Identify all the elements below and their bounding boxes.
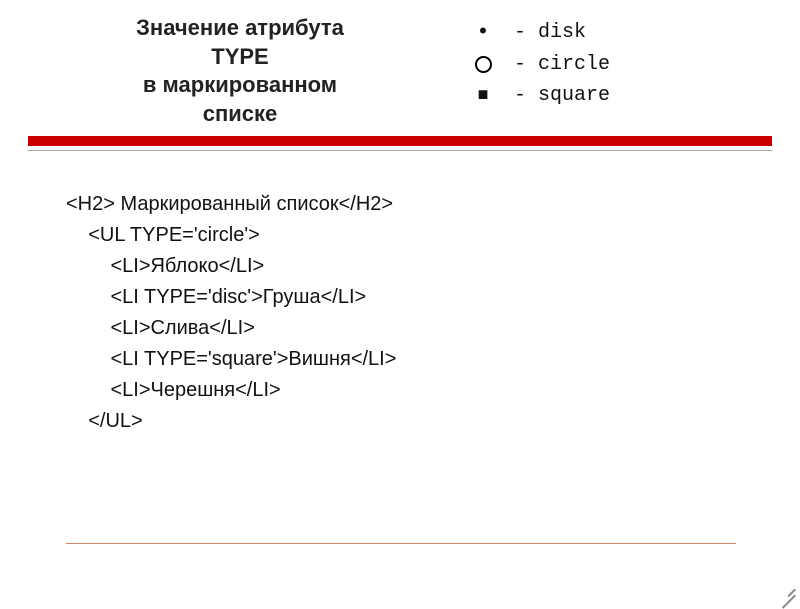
code-line: <LI>Яблоко</LI>: [66, 251, 800, 282]
legend-label: - circle: [514, 53, 610, 76]
legend-label: - disk: [514, 21, 586, 44]
resize-grip-icon: [774, 574, 796, 596]
disc-icon: [470, 20, 496, 45]
code-line: <LI TYPE='disc'>Груша</LI>: [66, 282, 800, 313]
code-line: <LI>Слива</LI>: [66, 313, 800, 344]
legend-label: - square: [514, 84, 610, 107]
slide-header: Значение атрибута TYPE в маркированном с…: [0, 0, 800, 128]
code-line: <LI TYPE='square'>Вишня</LI>: [66, 344, 800, 375]
title-line: в маркированном: [70, 71, 410, 100]
title-line: списке: [70, 100, 410, 129]
header-rule-thin: [28, 150, 772, 151]
legend-row-square: - square: [470, 84, 610, 107]
legend-row-circle: - circle: [470, 53, 610, 76]
footer-rule: [66, 543, 736, 544]
header-rule-thick: [28, 136, 772, 146]
marker-legend: - disk - circle - square: [470, 20, 610, 128]
code-line: </UL>: [66, 406, 800, 437]
legend-row-disk: - disk: [470, 20, 610, 45]
title-line: TYPE: [70, 43, 410, 72]
title-line: Значение атрибута: [70, 14, 410, 43]
code-line: <LI>Черешня</LI>: [66, 375, 800, 406]
code-line: <H2> Маркированный список</H2>: [66, 189, 800, 220]
circle-icon: [470, 56, 496, 73]
slide-title: Значение атрибута TYPE в маркированном с…: [70, 14, 410, 128]
code-example: <H2> Маркированный список</H2> <UL TYPE=…: [66, 189, 800, 437]
code-line: <UL TYPE='circle'>: [66, 220, 800, 251]
square-icon: [470, 86, 496, 106]
